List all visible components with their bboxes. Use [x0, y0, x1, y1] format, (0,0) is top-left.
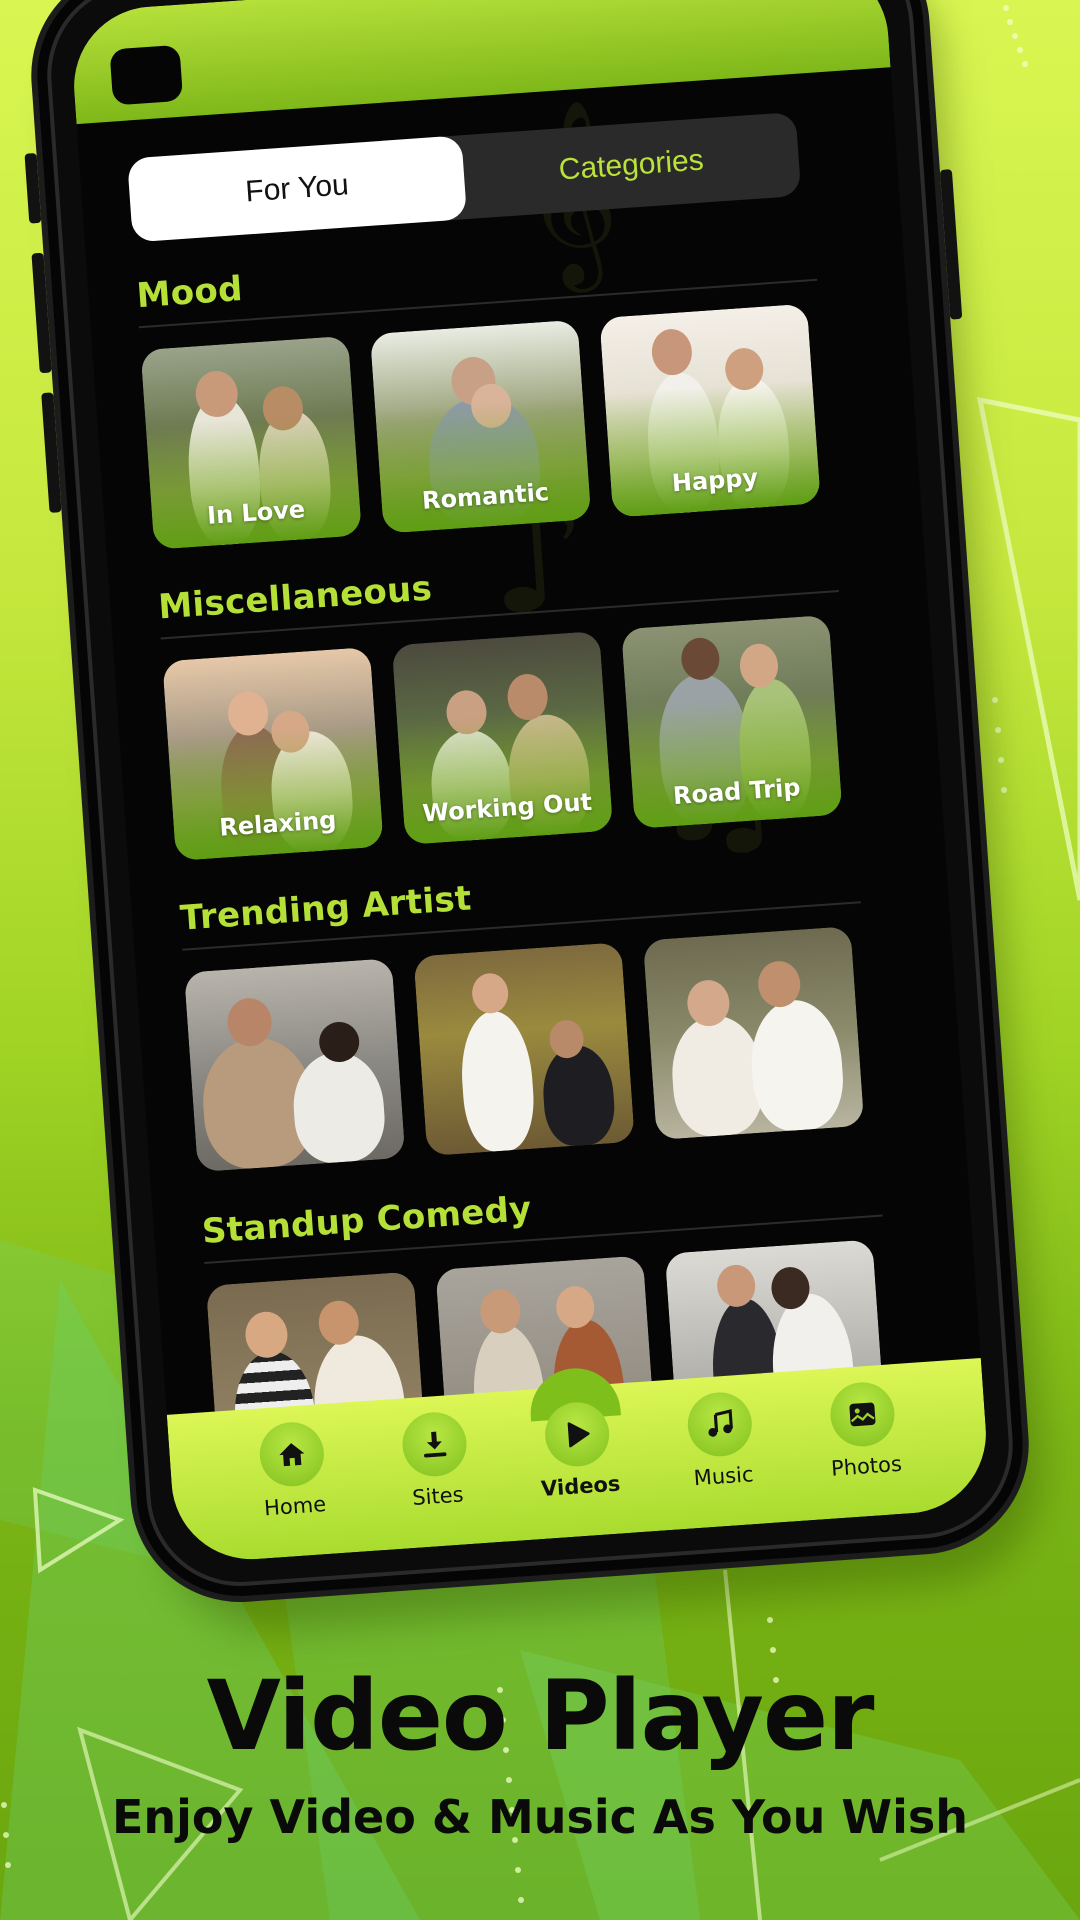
- section-miscellaneous: Miscellaneous Relaxing Working Out Road …: [157, 540, 854, 861]
- artist-card[interactable]: [413, 942, 635, 1157]
- tab-switcher: For You Categories: [127, 111, 802, 243]
- promo-subtitle: Enjoy Video & Music As You Wish: [111, 1790, 968, 1844]
- nav-label: Videos: [540, 1471, 622, 1501]
- download-icon: [400, 1410, 469, 1479]
- phone-mockup: 𝄞 ♪ ♫ 𝄢 For You Categories Mood: [23, 0, 1049, 1638]
- category-card-happy[interactable]: Happy: [599, 303, 821, 518]
- category-card-road-trip[interactable]: Road Trip: [621, 614, 843, 829]
- app-screen: 𝄞 ♪ ♫ 𝄢 For You Categories Mood: [68, 0, 992, 1565]
- camera-cutout: [109, 44, 184, 106]
- nav-label: Photos: [830, 1451, 903, 1481]
- status-bar: [68, 0, 891, 125]
- nav-label: Music: [692, 1462, 755, 1491]
- section-mood: Mood In Love Romantic Happy: [135, 229, 832, 550]
- tab-for-you[interactable]: For You: [127, 135, 468, 243]
- nav-music[interactable]: Music: [658, 1388, 784, 1492]
- category-card-relaxing[interactable]: Relaxing: [162, 646, 384, 861]
- card-thumbnail: [642, 926, 865, 1141]
- nav-sites[interactable]: Sites: [372, 1408, 498, 1512]
- category-card-romantic[interactable]: Romantic: [369, 319, 592, 534]
- promo-title: Video Player: [206, 1660, 875, 1772]
- category-card-in-love[interactable]: In Love: [140, 335, 362, 550]
- image-icon: [828, 1380, 897, 1449]
- card-thumbnail: [413, 942, 635, 1157]
- nav-label: Sites: [411, 1482, 465, 1510]
- artist-card[interactable]: [183, 958, 406, 1173]
- artist-card[interactable]: [642, 926, 865, 1141]
- tab-categories[interactable]: Categories: [461, 112, 801, 219]
- music-note-icon: [685, 1390, 755, 1459]
- nav-label: Home: [263, 1492, 327, 1521]
- home-icon: [257, 1420, 326, 1489]
- nav-photos[interactable]: Photos: [801, 1378, 927, 1482]
- play-icon: [542, 1400, 612, 1469]
- phone-frame: 𝄞 ♪ ♫ 𝄢 For You Categories Mood: [23, 0, 1037, 1610]
- category-card-working-out[interactable]: Working Out: [391, 630, 614, 845]
- section-trending-artist: Trending Artist: [179, 851, 876, 1173]
- nav-home[interactable]: Home: [229, 1418, 355, 1522]
- nav-videos[interactable]: Videos: [515, 1398, 641, 1502]
- card-thumbnail: [183, 958, 406, 1173]
